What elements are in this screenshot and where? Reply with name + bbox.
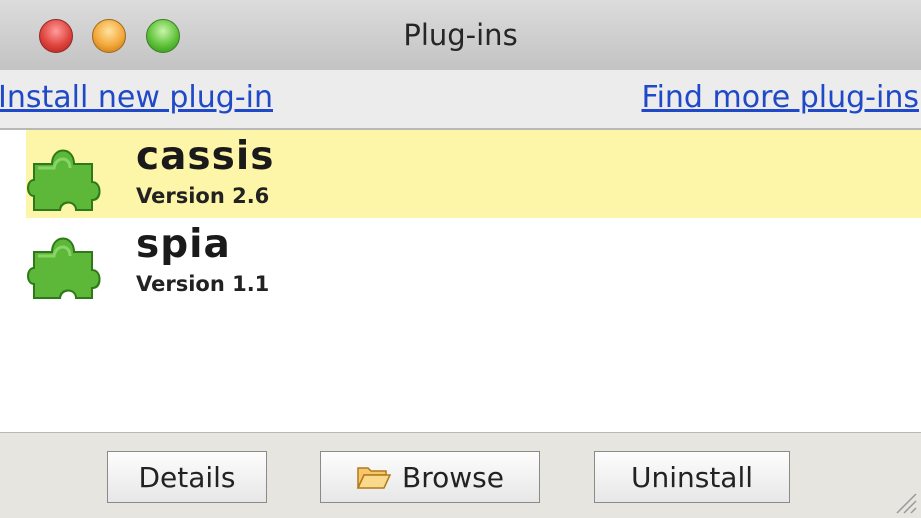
plugin-version: Version 2.6 — [136, 184, 270, 208]
uninstall-button-label: Uninstall — [630, 460, 754, 494]
browse-button[interactable]: Browse — [320, 451, 540, 503]
details-button[interactable]: Details — [107, 451, 267, 503]
plugin-list[interactable]: cassis Version 2.6 spia Version 1.1 — [26, 130, 921, 432]
puzzle-piece-icon — [27, 149, 101, 211]
plugin-name: cassis — [136, 134, 275, 179]
uninstall-button[interactable]: Uninstall — [594, 451, 790, 503]
find-more-plugins-link[interactable]: Find more plug-ins — [642, 80, 920, 115]
plugins-window: Plug-ins Install new plug-in Find more p… — [0, 0, 921, 518]
browse-button-label: Browse — [402, 460, 504, 494]
puzzle-piece-icon — [27, 237, 101, 299]
resize-grip-icon[interactable] — [889, 486, 917, 514]
install-new-plugin-link[interactable]: Install new plug-in — [0, 80, 273, 115]
details-button-label: Details — [138, 460, 236, 494]
folder-open-icon — [356, 467, 392, 489]
button-bar: Details Browse Uninstall — [0, 432, 921, 518]
plugin-row-spia[interactable]: spia Version 1.1 — [26, 218, 921, 306]
plugin-name: spia — [136, 222, 231, 267]
window-title: Plug-ins — [403, 18, 518, 52]
link-bar: Install new plug-in Find more plug-ins — [0, 70, 921, 130]
plugin-version: Version 1.1 — [136, 272, 270, 296]
plugin-row-cassis[interactable]: cassis Version 2.6 — [26, 130, 921, 218]
title-bar[interactable]: Plug-ins — [0, 0, 921, 71]
